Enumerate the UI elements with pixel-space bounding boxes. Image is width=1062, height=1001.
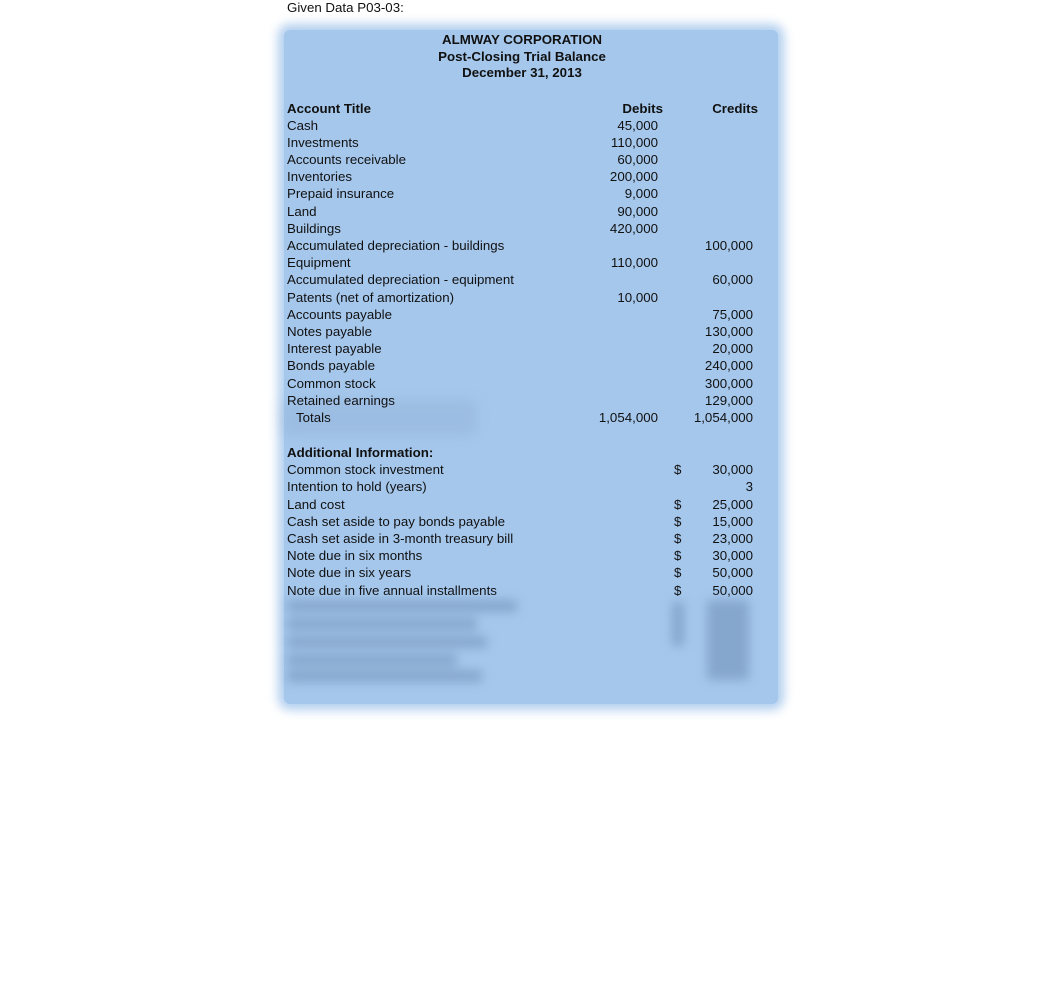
debit-value: 420,000 — [609, 220, 658, 236]
account-row: Cash 45,000 — [287, 117, 762, 134]
additional-value: 3 — [745, 479, 753, 495]
additional-row: Land cost $25,000 — [287, 496, 762, 513]
caption: Given Data P03-03: — [287, 0, 404, 15]
debit-value: 10,000 — [617, 289, 658, 305]
account-row: Interest payable 20,000 — [287, 340, 762, 357]
currency-symbol: $ — [674, 548, 682, 564]
additional-row: Cash set aside to pay bonds payable $15,0… — [287, 513, 762, 530]
additional-rows: Common stock investment $30,000 Intention … — [287, 461, 762, 599]
account-title: Prepaid insurance — [287, 186, 395, 202]
currency-symbol: $ — [674, 462, 682, 478]
account-row: Accounts receivable 60,000 — [287, 151, 762, 168]
debit-value: 110,000 — [610, 134, 658, 150]
totals-label: Totals — [296, 409, 331, 425]
additional-heading: Additional Information: — [287, 445, 434, 461]
account-row: Investments 110,000 — [287, 134, 762, 151]
account-title: Interest payable — [287, 341, 382, 357]
additional-value: 50,000 — [712, 582, 753, 598]
account-row: Patents (net of amortization) 10,000 — [287, 289, 762, 306]
account-rows: Cash 45,000 Investments 110,000 Accounts rec… — [287, 117, 762, 409]
account-row: Retained earnings 129,000 — [287, 392, 762, 409]
additional-label: Cash set aside to pay bonds payable — [287, 513, 506, 529]
account-row: Buildings 420,000 — [287, 220, 762, 237]
debit-value: 110,000 — [610, 255, 658, 271]
additional-label: Note due in six years — [287, 565, 412, 581]
totals-credit: 1,054,000 — [693, 409, 753, 425]
account-title: Bonds payable — [287, 358, 375, 374]
account-title: Retained earnings — [287, 392, 395, 408]
credit-value: 60,000 — [712, 272, 753, 288]
account-title: Cash — [287, 117, 319, 133]
account-title: Investments — [287, 134, 359, 150]
account-row: Accumulated depreciation - buildings 100,… — [287, 237, 762, 254]
account-title: Inventories — [287, 169, 353, 185]
blurred-rows — [287, 598, 757, 688]
additional-value: 23,000 — [712, 531, 753, 546]
account-title: Buildings — [287, 220, 341, 236]
additional-label: Note due in six months — [287, 548, 423, 564]
company-name: ALMWAY CORPORATION — [441, 32, 603, 47]
account-title: Notes payable — [287, 323, 373, 339]
account-row: Common stock 300,000 — [287, 375, 762, 392]
totals-row: Totals 1,054,000 1,054,000 — [287, 409, 762, 426]
additional-label: Intention to hold (years) — [287, 479, 427, 495]
header-debits: Debits — [622, 100, 663, 116]
account-title: Common stock — [287, 375, 376, 391]
statement-name: Post-Closing Trial Balance — [438, 48, 606, 64]
additional-value: 15,000 — [712, 513, 753, 529]
account-row: Bonds payable 240,000 — [287, 357, 762, 374]
additional-value: 30,000 — [712, 462, 753, 478]
currency-symbol: $ — [674, 531, 682, 546]
account-row: Land 90,000 — [287, 203, 762, 220]
additional-value: 50,000 — [712, 565, 753, 581]
account-title: Accounts payable — [287, 306, 392, 322]
debit-value: 45,000 — [617, 117, 658, 133]
debit-value: 60,000 — [617, 152, 658, 168]
account-title: Accumulated depreciation - buildings — [287, 238, 505, 253]
debit-value: 90,000 — [617, 203, 658, 219]
account-row: Equipment 110,000 — [287, 254, 762, 271]
additional-value: 25,000 — [712, 496, 753, 512]
credit-value: 129,000 — [704, 392, 753, 408]
credit-value: 300,000 — [704, 375, 753, 391]
account-title: Accumulated depreciation - equipment — [287, 272, 514, 288]
currency-symbol: $ — [674, 565, 682, 581]
account-title: Land — [287, 203, 317, 219]
additional-row: Note due in six years $50,000 — [287, 564, 762, 581]
additional-label: Land cost — [287, 496, 345, 512]
credit-value: 100,000 — [704, 238, 753, 253]
credit-value: 75,000 — [712, 306, 753, 322]
header-account-title: Account Title — [287, 100, 371, 116]
header-row: Account Title Debits Credits — [287, 100, 762, 117]
debit-value: 9,000 — [624, 186, 658, 202]
currency-symbol: $ — [674, 496, 682, 512]
account-row: Notes payable 130,000 — [287, 323, 762, 340]
account-title: Accounts receivable — [287, 152, 406, 168]
credit-value: 20,000 — [712, 341, 753, 357]
account-row: Inventories 200,000 — [287, 168, 762, 185]
trial-balance: ALMWAY CORPORATION Post-Closing Trial Ba… — [287, 32, 762, 599]
additional-row: Note due in six months $30,000 — [287, 547, 762, 564]
credit-value: 240,000 — [704, 358, 753, 374]
account-title: Equipment — [287, 255, 351, 271]
additional-label: Note due in five annual installments — [287, 582, 497, 598]
additional-row: Common stock investment $30,000 — [287, 461, 762, 478]
statement-date: December 31, 2013 — [462, 65, 582, 80]
totals-debit: 1,054,000 — [598, 409, 658, 425]
additional-row: Intention to hold (years) 3 — [287, 478, 762, 495]
credit-value: 130,000 — [704, 323, 753, 339]
debit-value: 200,000 — [609, 169, 658, 185]
currency-symbol: $ — [674, 513, 682, 529]
additional-label: Common stock investment — [287, 462, 444, 478]
currency-symbol: $ — [674, 582, 682, 598]
account-row: Accumulated depreciation - equipment 60,0… — [287, 271, 762, 288]
header-credits: Credits — [712, 100, 758, 116]
account-title: Patents (net of amortization) — [287, 289, 455, 305]
additional-row: Cash set aside in 3-month treasury bill $… — [287, 530, 762, 547]
account-row: Prepaid insurance 9,000 — [287, 185, 762, 202]
additional-label: Cash set aside in 3-month treasury bill — [287, 531, 514, 546]
additional-value: 30,000 — [712, 548, 753, 564]
account-row: Accounts payable 75,000 — [287, 306, 762, 323]
additional-row: Note due in five annual installments $50,… — [287, 582, 762, 599]
